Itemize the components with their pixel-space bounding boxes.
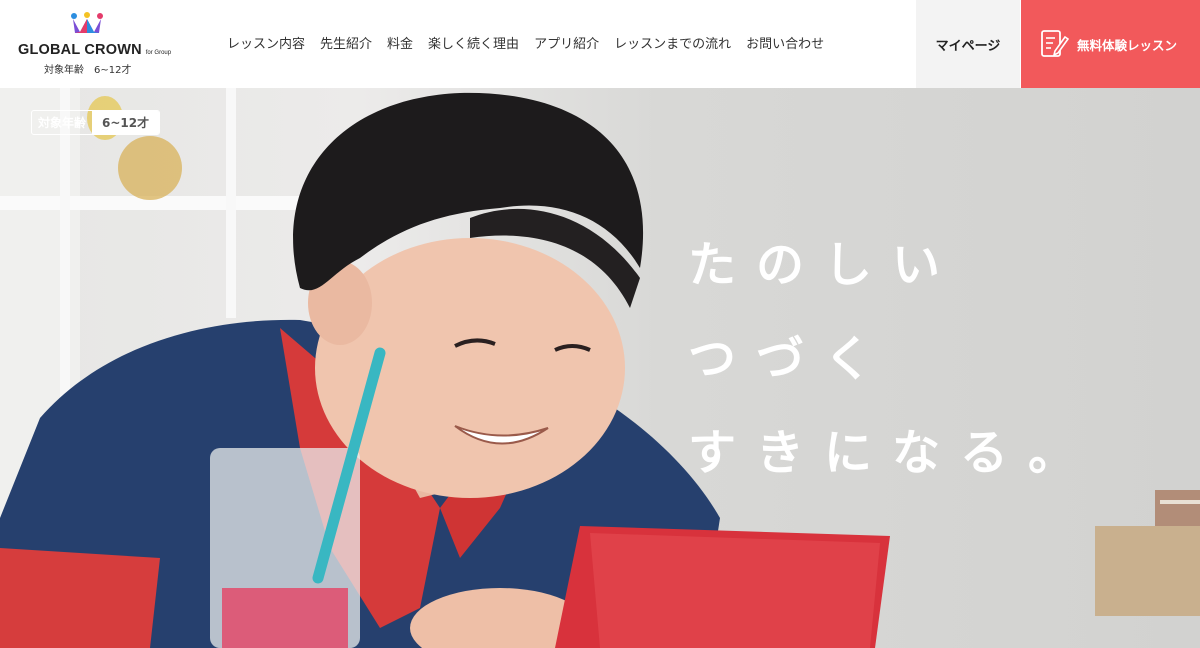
nav-lesson-content[interactable]: レッスン内容 — [227, 33, 305, 52]
mypage-button[interactable]: マイページ — [916, 0, 1020, 88]
free-trial-button[interactable]: 無料体験レッスン — [1021, 0, 1200, 88]
nav-app[interactable]: アプリ紹介 — [534, 33, 599, 52]
tagline-line-1: たのしい — [688, 237, 961, 293]
brand-logo[interactable]: GLOBAL CROWN for Group 対象年齢 6~12才 — [18, 12, 171, 76]
main-nav: レッスン内容 先生紹介 料金 楽しく続く理由 アプリ紹介 レッスンまでの流れ お… — [227, 33, 839, 52]
logo-age-text: 対象年齢 6~12才 — [44, 65, 132, 76]
crown-icon — [71, 12, 103, 33]
free-trial-label: 無料体験レッスン — [1077, 37, 1178, 53]
age-badge: 対象年齢 6~12才 — [31, 110, 161, 135]
nav-flow[interactable]: レッスンまでの流れ — [614, 33, 731, 52]
site-header: GLOBAL CROWN for Group 対象年齢 6~12才 レッスン内容 … — [0, 0, 1200, 88]
nav-reasons[interactable]: 楽しく続く理由 — [428, 33, 519, 52]
nav-pricing[interactable]: 料金 — [387, 33, 413, 52]
nav-teachers[interactable]: 先生紹介 — [320, 33, 372, 52]
tagline-line-3: すきになる。 — [688, 425, 1097, 481]
hero-tagline: たのしい つづく すきになる。 — [688, 218, 1096, 500]
brand-name: GLOBAL CROWN for Group — [18, 42, 172, 58]
hero-section: 対象年齢 6~12才 たのしい つづく すきになる。 — [0, 88, 1200, 648]
tagline-line-2: つづく — [688, 331, 893, 387]
nav-contact[interactable]: お問い合わせ — [746, 33, 824, 52]
age-badge-value: 6~12才 — [92, 111, 160, 134]
age-badge-label: 対象年齢 — [38, 116, 87, 130]
document-pencil-icon — [1041, 30, 1069, 57]
